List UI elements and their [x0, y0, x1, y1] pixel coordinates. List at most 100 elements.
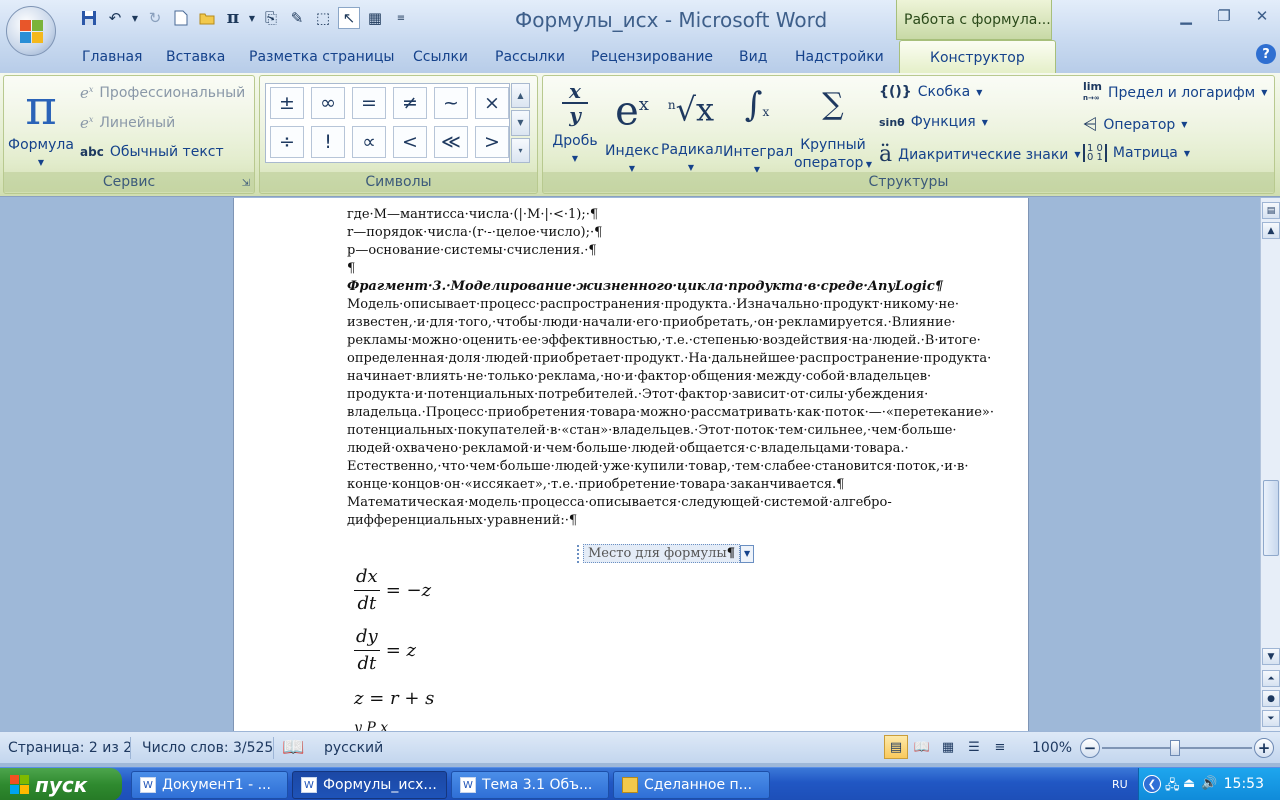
tab-design[interactable]: Конструктор [899, 40, 1056, 74]
symbol-proportional[interactable]: ∝ [352, 125, 386, 158]
scroll-up-icon[interactable]: ▲ [511, 83, 530, 109]
scroll-down-icon[interactable]: ▼ [511, 110, 530, 136]
zoom-level[interactable]: 100% [1032, 740, 1072, 756]
tab-review[interactable]: Рецензирование [591, 49, 713, 65]
cursor-icon[interactable]: ↖ [338, 7, 360, 29]
network-icon[interactable]: 🖧 [1165, 776, 1180, 798]
symbol-much-less[interactable]: ≪ [434, 125, 468, 158]
chevron-left-icon[interactable]: ❮ [1143, 775, 1161, 793]
function-button[interactable]: sinθ Функция ▼ [879, 114, 988, 130]
matrix-button[interactable]: 1 00 1 Матрица ▼ [1083, 144, 1190, 163]
redo-icon[interactable]: ↻ [144, 7, 166, 29]
ruler-toggle-icon[interactable]: ▤ [1262, 202, 1280, 219]
help-icon[interactable]: ? [1256, 44, 1276, 64]
document-body[interactable]: где·M—мантисса·числа·(|·M·|·<·1);·¶ r—по… [347, 206, 994, 530]
chevron-down-icon[interactable]: ▼ [130, 7, 140, 29]
bracket-button[interactable]: {()} Скобка ▼ [879, 84, 982, 100]
clock[interactable]: 15:53 [1224, 776, 1264, 792]
symbol-times[interactable]: × [475, 87, 509, 119]
symbol-greater-than[interactable]: > [475, 125, 509, 158]
taskbar-item[interactable]: W Документ1 - ... [131, 771, 288, 799]
formula-button[interactable]: π Формула ▼ [8, 80, 74, 172]
next-page-icon[interactable]: ⏷ [1262, 710, 1280, 727]
undo-icon[interactable]: ↶ [104, 7, 126, 29]
save-icon[interactable] [78, 7, 100, 29]
zoom-out-icon[interactable]: − [1080, 738, 1100, 758]
tab-mailings[interactable]: Рассылки [495, 49, 565, 65]
symbol-equals[interactable]: = [352, 87, 386, 119]
tab-insert[interactable]: Вставка [166, 49, 225, 65]
tab-addins[interactable]: Надстройки [795, 49, 884, 65]
radical-button[interactable]: n√x Радикал ▼ [661, 80, 723, 177]
page-indicator[interactable]: Страница: 2 из 2 [8, 740, 132, 756]
taskbar-item-active[interactable]: W Формулы_исх... [292, 771, 447, 799]
new-doc-icon[interactable] [170, 7, 192, 29]
browse-object-icon[interactable]: ● [1262, 690, 1280, 707]
minimize-icon[interactable]: ▁ [1174, 4, 1198, 28]
language-indicator[interactable]: русский [324, 740, 383, 756]
reading-layout-icon[interactable]: 📖 [910, 735, 934, 759]
symbol-plus-minus[interactable]: ± [270, 87, 304, 119]
draft-icon[interactable]: ≡ [988, 735, 1012, 759]
index-button[interactable]: ex Индекс ▼ [605, 80, 659, 178]
professional-button[interactable]: ex Профессиональный [80, 84, 245, 102]
safely-remove-icon[interactable]: ⏏ [1183, 776, 1195, 791]
restore-icon[interactable]: ❐ [1212, 4, 1236, 28]
previous-page-icon[interactable]: ⏶ [1262, 670, 1280, 687]
close-icon[interactable]: ✕ [1250, 4, 1274, 28]
chevron-down-icon[interactable]: ▼ [740, 544, 755, 563]
zoom-thumb[interactable] [1170, 740, 1180, 756]
start-button[interactable]: пуск [0, 768, 122, 800]
tab-references[interactable]: Ссылки [413, 49, 468, 65]
tab-view[interactable]: Вид [739, 49, 767, 65]
formula-placeholder-text[interactable]: Место для формулы¶ [583, 544, 741, 563]
volume-icon[interactable]: 🔊 [1201, 776, 1217, 791]
taskbar-item[interactable]: W Тема 3.1 Объ... [451, 771, 609, 799]
symbol-less-than[interactable]: < [393, 125, 427, 158]
symbol-divide[interactable]: ÷ [270, 125, 304, 158]
limit-button[interactable]: lim n→∞ Предел и логарифм ▼ [1083, 81, 1267, 103]
linear-button[interactable]: ex Линейный [80, 114, 175, 132]
document-page[interactable]: где·M—мантисса·числа·(|·M·|·<·1);·¶ r—по… [233, 198, 1029, 731]
open-icon[interactable] [196, 7, 218, 29]
brush-icon[interactable]: ✎ [286, 7, 308, 29]
tab-page-layout[interactable]: Разметка страницы [249, 49, 394, 65]
symbol-factorial[interactable]: ! [311, 125, 345, 158]
scroll-up-icon[interactable]: ▲ [1262, 222, 1280, 239]
attach-icon[interactable]: ⎘ [260, 7, 282, 29]
fraction-button[interactable]: xy Дробь ▼ [549, 80, 601, 168]
formula-placeholder[interactable]: Место для формулы¶ ▼ [577, 544, 755, 563]
web-layout-icon[interactable]: ▦ [936, 735, 960, 759]
customize-icon[interactable]: ≡ [390, 7, 412, 29]
print-layout-icon[interactable]: ▤ [884, 735, 908, 759]
symbol-not-equal[interactable]: ≠ [393, 87, 427, 119]
dialog-launcher-icon[interactable]: ⇲ [242, 178, 250, 189]
vertical-scrollbar[interactable]: ▤ ▲ ▼ ⏶ ● ⏷ [1260, 198, 1280, 731]
plain-text-button[interactable]: abc Обычный текст [80, 144, 224, 160]
zoom-slider[interactable]: − + [1080, 737, 1276, 759]
equation-dx[interactable]: dx dt = −z [354, 564, 431, 617]
equation-z[interactable]: z = r + s [354, 688, 434, 709]
accent-button[interactable]: ä Диакритические знаки ▼ [879, 142, 1081, 167]
zoom-in-icon[interactable]: + [1254, 738, 1274, 758]
scroll-thumb[interactable] [1263, 480, 1279, 556]
word-count[interactable]: Число слов: 3/525 [142, 740, 273, 756]
spellcheck-icon[interactable]: 📖 [282, 737, 304, 758]
chevron-down-icon[interactable]: ▼ [248, 7, 256, 29]
equation-dy[interactable]: dy dt = z [354, 624, 416, 677]
pi-icon[interactable]: π [222, 7, 244, 29]
operator-button[interactable]: ⩤ Оператор ▼ [1083, 114, 1187, 135]
picture-select-icon[interactable]: ▦ [364, 7, 386, 29]
integral-button[interactable]: ∫x Интеграл ▼ [723, 80, 793, 179]
tab-home[interactable]: Главная [82, 49, 142, 65]
large-operator-button[interactable]: ∑ Крупный оператор ▼ [793, 80, 873, 174]
gallery-more-icon[interactable]: ▾ [511, 137, 530, 163]
office-button[interactable] [6, 6, 56, 56]
taskbar-item[interactable]: Сделанное п... [613, 771, 770, 799]
scroll-down-icon[interactable]: ▼ [1262, 648, 1280, 665]
symbol-infinity[interactable]: ∞ [311, 87, 345, 119]
language-bar[interactable]: RU [1112, 778, 1128, 791]
outline-icon[interactable]: ☰ [962, 735, 986, 759]
select-icon[interactable]: ⬚ [312, 7, 334, 29]
symbol-tilde[interactable]: ~ [434, 87, 468, 119]
